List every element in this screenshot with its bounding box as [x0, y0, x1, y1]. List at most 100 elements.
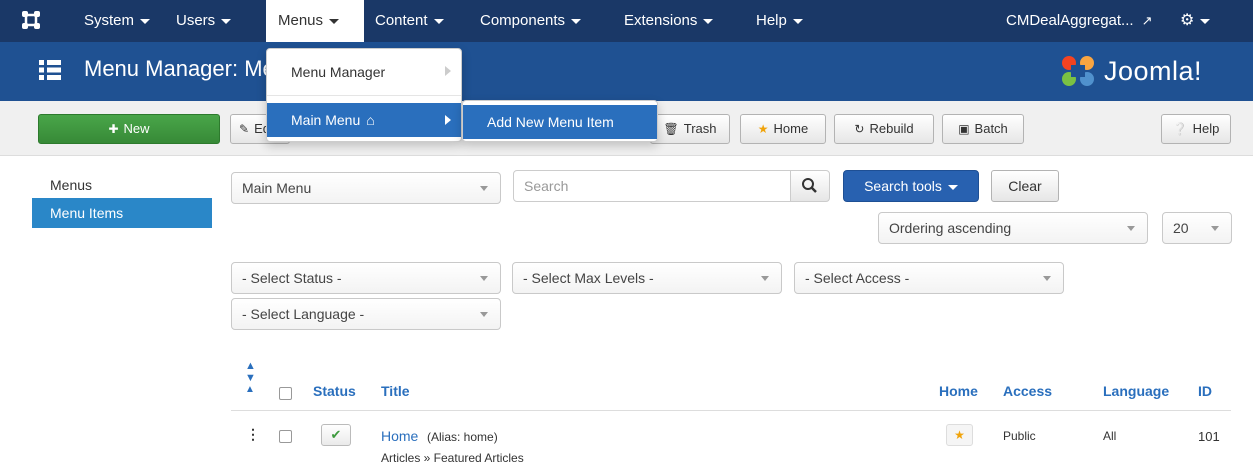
- rebuild-button-label: Rebuild: [869, 121, 914, 136]
- trash-button-label: Trash: [683, 121, 717, 136]
- status-filter-value: - Select Status -: [242, 270, 342, 286]
- home-icon: ⌂: [366, 112, 375, 128]
- chevron-down-icon: [792, 18, 803, 24]
- chevron-down-icon: [329, 18, 340, 24]
- row-checkbox[interactable]: [279, 430, 292, 443]
- chevron-right-icon: [445, 115, 451, 125]
- sort-toggle-icon[interactable]: ▲ ▼: [245, 360, 256, 384]
- search-icon: [802, 178, 817, 193]
- limit-value: 20: [1173, 220, 1189, 236]
- column-access[interactable]: Access: [1003, 383, 1052, 399]
- checkbox-square-icon: ▣: [958, 122, 970, 136]
- rebuild-button[interactable]: ↻ Rebuild: [834, 114, 934, 144]
- nav-extensions-label: Extensions: [624, 12, 698, 29]
- nav-menus-label: Menus: [278, 12, 324, 29]
- clear-button[interactable]: Clear: [991, 170, 1059, 202]
- menu-manager-label: Menu Manager: [291, 64, 386, 80]
- home-button-label: Home: [773, 121, 809, 136]
- column-status[interactable]: Status: [313, 383, 356, 399]
- top-navbar: System Users Menus Content Components Ex…: [0, 0, 1253, 42]
- column-title[interactable]: Title: [381, 383, 410, 399]
- add-new-menu-item-label: Add New Menu Item: [487, 114, 614, 130]
- chevron-down-icon: [1200, 18, 1211, 24]
- nav-system[interactable]: System: [66, 0, 158, 42]
- published-toggle[interactable]: ✔: [321, 424, 351, 446]
- search-tools-label: Search tools: [864, 178, 942, 194]
- main-menu-item[interactable]: Main Menu ⌂: [267, 103, 461, 137]
- chevron-down-icon: [1211, 226, 1219, 231]
- site-link[interactable]: CMDealAggregat... ↗: [1006, 0, 1156, 42]
- language-filter-value: - Select Language -: [242, 306, 365, 322]
- subhead: Menu Manager: Menu Items Joomla!: [0, 42, 1253, 101]
- menu-select-value: Main Menu: [242, 180, 312, 196]
- new-button-label: New: [123, 121, 150, 136]
- sort-ascending-icon[interactable]: ▲: [245, 384, 255, 395]
- chevron-down-icon: [947, 184, 958, 190]
- clear-button-label: Clear: [1008, 178, 1042, 194]
- chevron-down-icon: [703, 18, 714, 24]
- add-new-menu-item[interactable]: Add New Menu Item: [463, 105, 657, 139]
- access-filter[interactable]: - Select Access -: [794, 262, 1064, 294]
- chevron-right-icon: [445, 66, 451, 76]
- new-button[interactable]: ✚ New: [38, 114, 220, 144]
- site-link-label: CMDealAggregat...: [1006, 12, 1134, 29]
- nav-help-label: Help: [756, 12, 787, 29]
- column-home[interactable]: Home: [939, 383, 978, 399]
- home-button[interactable]: ★ Home: [740, 114, 826, 144]
- item-title-link[interactable]: Home: [381, 428, 418, 444]
- main-menu-label: Main Menu: [291, 112, 361, 128]
- nav-content[interactable]: Content: [375, 0, 471, 42]
- item-type: Articles » Featured Articles: [381, 451, 524, 465]
- user-settings-menu[interactable]: ⚙: [1180, 0, 1230, 42]
- help-button-label: Help: [1192, 121, 1220, 136]
- chevron-down-icon: [433, 18, 444, 24]
- chevron-down-icon: [1043, 276, 1051, 281]
- language-filter[interactable]: - Select Language -: [231, 298, 501, 330]
- main-menu-submenu: Add New Menu Item: [462, 100, 658, 142]
- list-icon: [39, 60, 61, 80]
- select-all-checkbox[interactable]: [279, 387, 292, 400]
- joomla-logo-text: Joomla!: [1104, 56, 1203, 86]
- column-id[interactable]: ID: [1198, 383, 1212, 399]
- ordering-select[interactable]: Ordering ascending: [878, 212, 1148, 244]
- menu-manager-item[interactable]: Menu Manager: [267, 55, 461, 89]
- nav-extensions[interactable]: Extensions: [624, 0, 736, 42]
- search-button[interactable]: [790, 170, 830, 202]
- help-button[interactable]: ❔ Help: [1161, 114, 1231, 144]
- table-header-divider: [231, 410, 1231, 411]
- menus-dropdown: Menu Manager Main Menu ⌂: [266, 48, 462, 142]
- menu-select[interactable]: Main Menu: [231, 172, 501, 204]
- nav-users-label: Users: [176, 12, 216, 29]
- batch-button[interactable]: ▣ Batch: [942, 114, 1024, 144]
- dropdown-divider: [267, 95, 461, 96]
- chevron-down-icon: [140, 18, 151, 24]
- refresh-icon: ↻: [854, 122, 865, 136]
- sidebar-item-menus[interactable]: Menus: [32, 170, 212, 200]
- status-filter[interactable]: - Select Status -: [231, 262, 501, 294]
- nav-components[interactable]: Components: [480, 0, 610, 42]
- item-alias: (Alias: home): [427, 430, 498, 444]
- max-levels-filter[interactable]: - Select Max Levels -: [512, 262, 782, 294]
- search-tools-button[interactable]: Search tools: [843, 170, 979, 202]
- chevron-down-icon: [571, 18, 582, 24]
- chevron-down-icon: [480, 276, 488, 281]
- sidebar-item-menu-items[interactable]: Menu Items: [32, 198, 212, 228]
- star-icon: ★: [954, 428, 965, 442]
- limit-select[interactable]: 20: [1162, 212, 1232, 244]
- sidebar-item-label: Menus: [50, 177, 93, 193]
- nav-system-label: System: [84, 12, 135, 29]
- joomla-small-logo-icon[interactable]: [20, 9, 42, 31]
- nav-users[interactable]: Users: [176, 0, 256, 42]
- drag-handle-icon[interactable]: ⋮: [246, 426, 260, 443]
- search-input[interactable]: Search: [513, 170, 791, 202]
- column-language[interactable]: Language: [1103, 383, 1169, 399]
- nav-components-label: Components: [480, 12, 566, 29]
- question-circle-icon: ❔: [1172, 122, 1188, 136]
- chevron-down-icon: [761, 276, 769, 281]
- trash-button[interactable]: 🗑 Trash: [650, 114, 730, 144]
- item-language: All: [1103, 429, 1117, 443]
- chevron-down-icon: [221, 18, 232, 24]
- nav-help[interactable]: Help: [756, 0, 816, 42]
- default-home-toggle[interactable]: ★: [946, 424, 973, 446]
- nav-menus[interactable]: Menus: [266, 0, 364, 42]
